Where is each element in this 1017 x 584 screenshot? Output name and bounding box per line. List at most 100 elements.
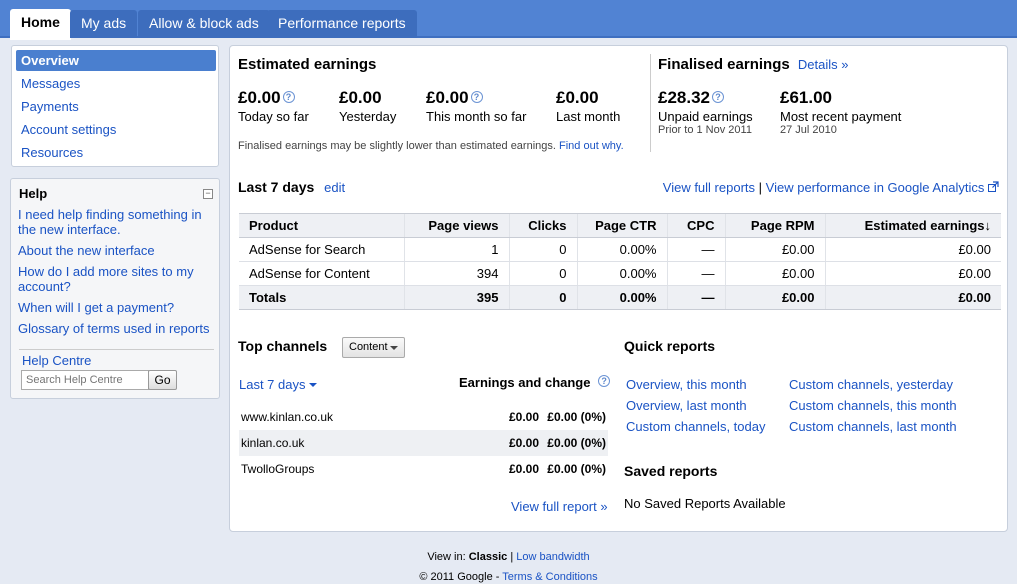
col-page-views[interactable]: Page views bbox=[403, 213, 509, 238]
link-separator: | bbox=[758, 180, 763, 195]
tab-home[interactable]: Home bbox=[10, 9, 71, 40]
channel-change: £0.00 (0%) bbox=[547, 410, 606, 424]
sidebar-item-overview[interactable]: Overview bbox=[16, 50, 216, 71]
cell-cpc: — bbox=[666, 237, 725, 262]
col-page-rpm[interactable]: Page RPM bbox=[724, 213, 825, 238]
saved-reports-title: Saved reports bbox=[624, 463, 718, 479]
help-link-payment[interactable]: When will I get a payment? bbox=[18, 300, 216, 315]
channel-row: kinlan.co.uk £0.00 £0.00 (0%) bbox=[239, 430, 608, 456]
help-link-finding[interactable]: I need help finding something in the new… bbox=[18, 207, 216, 237]
help-icon[interactable]: ? bbox=[282, 91, 295, 103]
recent-payment-label: Most recent payment bbox=[780, 109, 902, 124]
channel-earnings: £0.00 bbox=[508, 410, 539, 424]
cell-page-rpm: £0.00 bbox=[724, 261, 825, 286]
estimated-note: Finalised earnings may be slightly lower… bbox=[238, 140, 624, 152]
unpaid-earnings-label: Unpaid earnings bbox=[658, 109, 753, 124]
table-row: AdSense for Content 394 0 0.00% — £0.00 … bbox=[239, 261, 1001, 286]
unpaid-earnings-sub: Prior to 1 Nov 2011 bbox=[658, 124, 752, 136]
col-cpc[interactable]: CPC bbox=[666, 213, 725, 238]
help-centre-link[interactable]: Help Centre bbox=[22, 353, 91, 368]
cell-product: AdSense for Search bbox=[239, 237, 404, 262]
cell-estimated-earnings: £0.00 bbox=[824, 237, 1001, 262]
cell-page-rpm: £0.00 bbox=[724, 285, 825, 310]
help-link-glossary[interactable]: Glossary of terms used in reports bbox=[18, 321, 216, 336]
footer-separator: | bbox=[510, 551, 514, 563]
quick-report-channels-last-month[interactable]: Custom channels, last month bbox=[789, 419, 957, 434]
help-icon[interactable]: ? bbox=[598, 375, 611, 387]
view-full-reports-link[interactable]: View full reports bbox=[663, 180, 755, 195]
cell-page-rpm: £0.00 bbox=[724, 237, 825, 262]
top-channels-title: Top channels bbox=[238, 338, 328, 354]
cell-cpc: — bbox=[666, 261, 725, 286]
today-label: Today so far bbox=[238, 109, 309, 124]
quick-reports-title: Quick reports bbox=[624, 338, 716, 354]
cell-page-views: 394 bbox=[403, 261, 509, 286]
help-link-add-sites[interactable]: How do I add more sites to my account? bbox=[18, 264, 216, 294]
top-tab-bar: Home My ads Allow & block ads Performanc… bbox=[0, 0, 1017, 40]
footer-copyright: © 2011 Google - Terms & Conditions bbox=[419, 571, 598, 583]
earnings-and-change-header: Earnings and change ? bbox=[459, 375, 611, 390]
recent-payment-value: £61.00 bbox=[780, 88, 832, 107]
sidebar-item-messages[interactable]: Messages bbox=[16, 73, 216, 94]
quick-report-channels-this-month[interactable]: Custom channels, this month bbox=[789, 398, 957, 413]
edit-link[interactable]: edit bbox=[324, 180, 345, 195]
help-title: Help bbox=[19, 186, 48, 201]
sidebar-item-account-settings[interactable]: Account settings bbox=[16, 119, 216, 140]
unpaid-earnings-value: £28.32? bbox=[658, 88, 724, 108]
low-bandwidth-link[interactable]: Low bandwidth bbox=[516, 551, 589, 563]
view-analytics-link[interactable]: View performance in Google Analytics bbox=[766, 180, 985, 195]
channel-row: TwolloGroups £0.00 £0.00 (0%) bbox=[239, 456, 608, 482]
yesterday-label: Yesterday bbox=[339, 109, 397, 124]
view-full-report-link[interactable]: View full report » bbox=[511, 499, 608, 514]
cell-product: AdSense for Content bbox=[239, 261, 404, 286]
col-product[interactable]: Product bbox=[239, 213, 404, 238]
quick-report-channels-yesterday[interactable]: Custom channels, yesterday bbox=[789, 377, 953, 392]
details-link[interactable]: Details » bbox=[798, 57, 849, 72]
cell-cpc: — bbox=[666, 285, 725, 310]
collapse-icon[interactable]: − bbox=[203, 189, 213, 199]
cell-page-views: 1 bbox=[403, 237, 509, 262]
table-row: AdSense for Search 1 0 0.00% — £0.00 £0.… bbox=[239, 237, 1001, 262]
this-month-value: £0.00? bbox=[426, 88, 483, 108]
col-clicks[interactable]: Clicks bbox=[508, 213, 577, 238]
cell-estimated-earnings: £0.00 bbox=[824, 285, 1001, 310]
sidebar-item-payments[interactable]: Payments bbox=[16, 96, 216, 117]
cell-clicks: 0 bbox=[508, 285, 577, 310]
channel-name: www.kinlan.co.uk bbox=[241, 410, 334, 424]
dropdown-caret-icon bbox=[309, 383, 318, 387]
earnings-divider bbox=[650, 54, 651, 152]
estimated-earnings-title: Estimated earnings bbox=[238, 56, 377, 73]
channel-type-select[interactable]: Content bbox=[342, 337, 405, 358]
col-estimated-earnings[interactable]: Estimated earnings↓ bbox=[824, 213, 1001, 238]
col-page-ctr[interactable]: Page CTR bbox=[576, 213, 667, 238]
quick-report-overview-last-month[interactable]: Overview, last month bbox=[626, 398, 747, 413]
yesterday-value: £0.00 bbox=[339, 88, 382, 107]
dropdown-caret-icon bbox=[390, 346, 398, 350]
table-header-row: Product Page views Clicks Page CTR CPC P… bbox=[239, 213, 1001, 238]
table-totals-row: Totals 395 0 0.00% — £0.00 £0.00 bbox=[239, 285, 1001, 310]
help-search-input[interactable] bbox=[21, 370, 149, 390]
date-range-select[interactable]: Last 7 days bbox=[239, 377, 318, 392]
terms-link[interactable]: Terms & Conditions bbox=[502, 571, 597, 583]
quick-report-overview-this-month[interactable]: Overview, this month bbox=[626, 377, 747, 392]
channel-name: kinlan.co.uk bbox=[241, 436, 305, 450]
help-link-new-interface[interactable]: About the new interface bbox=[18, 243, 216, 258]
this-month-label: This month so far bbox=[426, 109, 527, 124]
sidebar-nav: Overview Messages Payments Account setti… bbox=[11, 45, 219, 167]
tab-my-ads[interactable]: My ads bbox=[70, 10, 138, 38]
help-icon[interactable]: ? bbox=[712, 91, 724, 103]
last-7-days-title: Last 7 days edit bbox=[238, 179, 346, 195]
quick-report-channels-today[interactable]: Custom channels, today bbox=[626, 419, 765, 434]
sidebar-item-resources[interactable]: Resources bbox=[16, 142, 216, 163]
find-out-why-link[interactable]: Find out why. bbox=[559, 140, 624, 152]
external-link-icon[interactable] bbox=[988, 181, 999, 192]
help-search-go-button[interactable]: Go bbox=[148, 370, 177, 390]
cell-estimated-earnings: £0.00 bbox=[824, 261, 1001, 286]
cell-clicks: 0 bbox=[508, 261, 577, 286]
cell-page-ctr: 0.00% bbox=[576, 261, 667, 286]
channel-row: www.kinlan.co.uk £0.00 £0.00 (0%) bbox=[239, 404, 608, 430]
finalised-earnings-title: Finalised earnings Details » bbox=[658, 56, 849, 73]
tab-allow-block-ads[interactable]: Allow & block ads bbox=[138, 10, 270, 38]
help-icon[interactable]: ? bbox=[470, 91, 483, 103]
tab-performance-reports[interactable]: Performance reports bbox=[267, 10, 417, 38]
